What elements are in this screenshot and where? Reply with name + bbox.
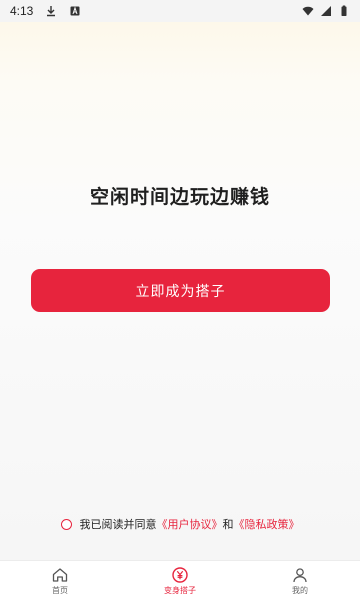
agreement-checkbox[interactable] <box>60 518 72 530</box>
tab-home-label: 首页 <box>52 585 68 595</box>
a-icon <box>70 6 80 16</box>
agreement-row: 我已阅读并同意 《用户协议》 和 《隐私政策》 <box>0 514 360 534</box>
user-icon <box>293 567 307 582</box>
status-time: 4:13 <box>10 4 34 18</box>
privacy-policy-link[interactable]: 《隐私政策》 <box>234 516 300 532</box>
status-bar: 4:13 <box>0 0 360 22</box>
page-headline: 空闲时间边玩边赚钱 <box>89 186 270 208</box>
home-icon <box>52 567 68 582</box>
tab-mine-label: 我的 <box>292 585 308 595</box>
tab-mine[interactable]: 我的 <box>240 561 360 600</box>
tab-home[interactable]: 首页 <box>0 561 120 600</box>
yen-icon <box>172 566 188 583</box>
become-partner-button[interactable]: 立即成为搭子 <box>31 269 330 312</box>
main-content: 空闲时间边玩边赚钱 立即成为搭子 我已阅读并同意 《用户协议》 和 《隐私政策》 <box>0 22 360 560</box>
agreement-and: 和 <box>222 518 234 531</box>
tab-become-partner-label: 变身搭子 <box>164 585 196 595</box>
wifi-icon <box>302 6 314 16</box>
signal-icon <box>321 6 331 16</box>
download-icon <box>47 6 56 17</box>
user-agreement-link[interactable]: 《用户协议》 <box>157 516 223 532</box>
tab-become-partner[interactable]: 变身搭子 <box>120 561 240 600</box>
agreement-prefix: 我已阅读并同意 <box>79 518 157 531</box>
bottom-tab-bar: 首页 变身搭子 我的 <box>0 560 360 600</box>
battery-icon <box>341 5 347 16</box>
